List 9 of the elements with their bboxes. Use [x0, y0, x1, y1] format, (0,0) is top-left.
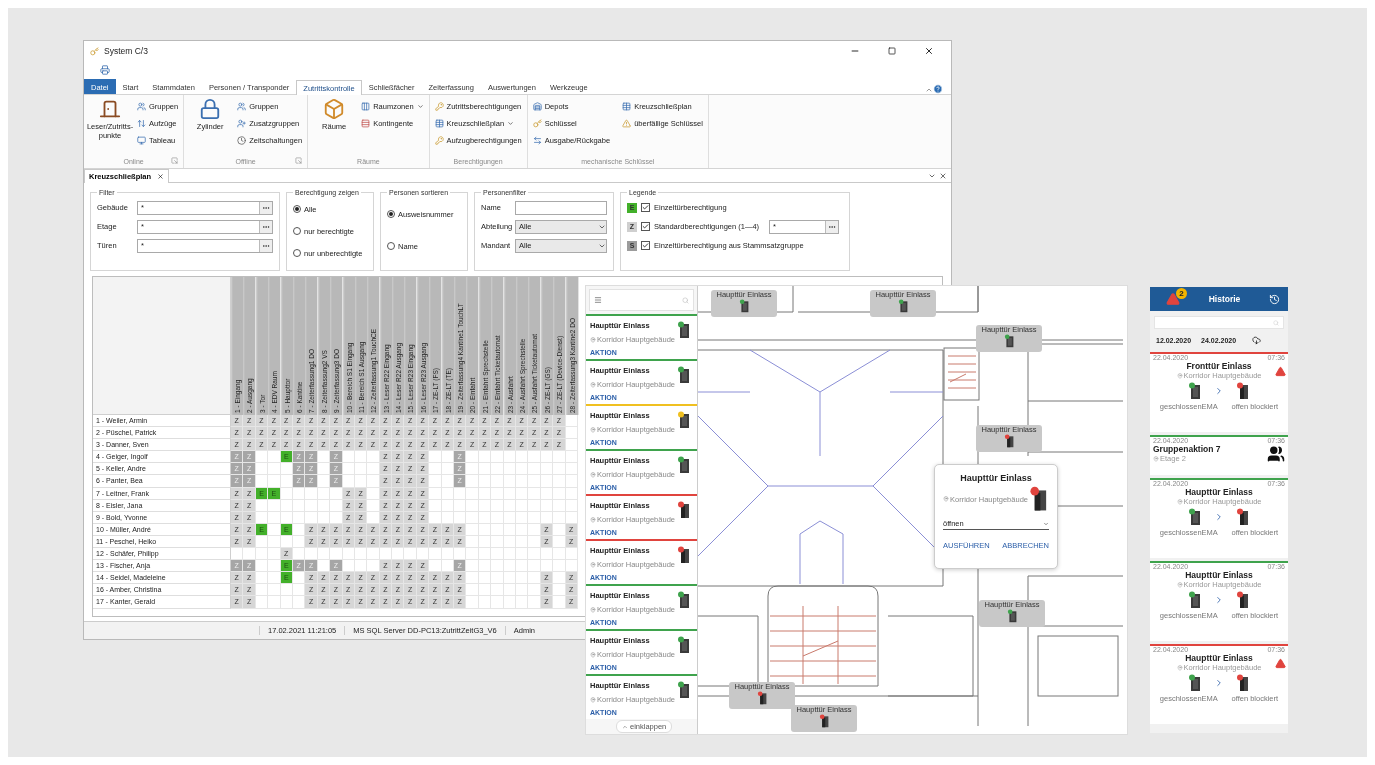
- popup-title: Haupttür Einlass: [959, 473, 1033, 483]
- event-title: Haupttür Einlass: [1184, 653, 1254, 663]
- event-title: Fronttür Einlass: [1185, 361, 1253, 371]
- alert-count-badge: 2: [1176, 288, 1187, 299]
- window-title: System C/3: [104, 46, 149, 56]
- event-title: Haupttür Einlass: [1184, 570, 1254, 580]
- screen-title: Historie: [1208, 294, 1241, 304]
- event-title: Gruppenaktion 7: [1153, 444, 1221, 454]
- event-title: Haupttür Einlass: [1184, 487, 1254, 497]
